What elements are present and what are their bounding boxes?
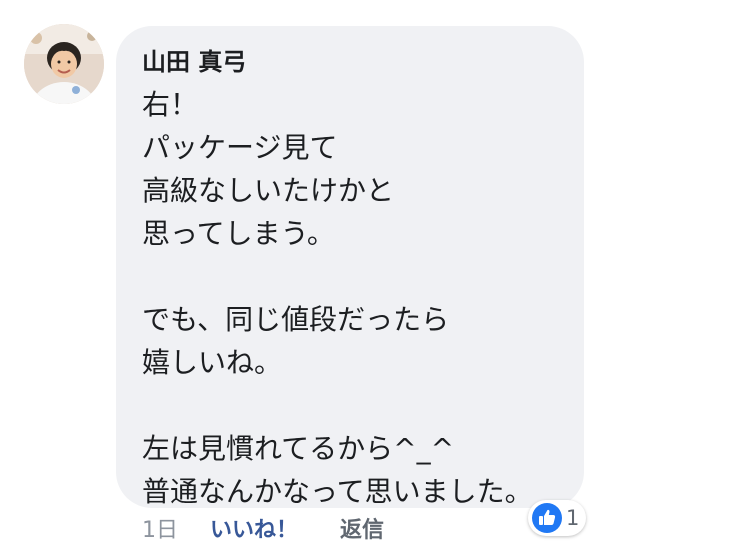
comment-line: 普通なんかなって思いました。 [142, 475, 533, 508]
comment-line: 左は見慣れてるから^_^ [142, 432, 455, 465]
reaction-summary[interactable]: 1 [528, 500, 586, 536]
comment-line: でも、同じ値段だったら [142, 303, 450, 336]
avatar-photo [24, 24, 104, 104]
comment-line: 右！ [142, 88, 199, 121]
comment-line [142, 255, 533, 298]
comment-line: 思ってしまう。 [142, 217, 335, 250]
author-name[interactable]: 山田 真弓 [142, 42, 246, 77]
comment-line [142, 384, 533, 427]
comment-text: 右！ パッケージ見て 高級なしいたけかと 思ってしまう。 でも、同じ値段だったら… [142, 83, 533, 513]
reply-button[interactable]: 返信 [340, 514, 384, 548]
comment-line: パッケージ見て [142, 131, 338, 164]
avatar[interactable] [24, 24, 104, 104]
comment-timestamp[interactable]: 1日 [142, 514, 178, 548]
thumbs-up-icon [532, 503, 562, 533]
like-button[interactable]: いいね！ [210, 514, 298, 548]
comment-line: 高級なしいたけかと [142, 174, 395, 207]
reaction-count: 1 [566, 506, 580, 530]
comment-line: 嬉しいね。 [142, 346, 283, 379]
